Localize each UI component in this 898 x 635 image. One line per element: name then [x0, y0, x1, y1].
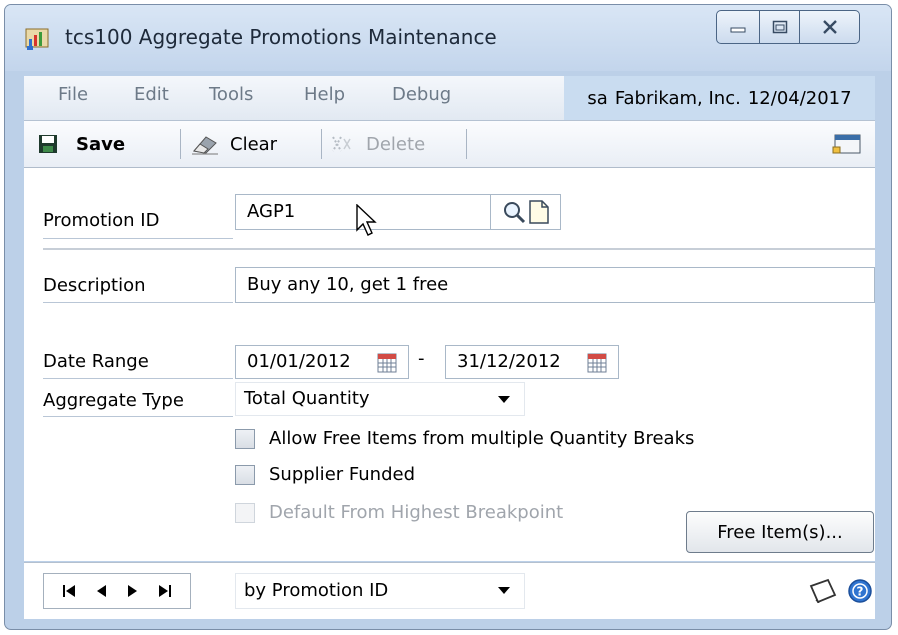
default-highest-label: Default From Highest Breakpoint [269, 502, 564, 523]
label-underline [43, 378, 233, 379]
next-record-icon [127, 585, 137, 597]
first-record-button[interactable] [62, 581, 76, 601]
aggregate-type-value: Total Quantity [244, 388, 370, 409]
last-record-button[interactable] [158, 581, 172, 601]
minimize-button[interactable] [716, 10, 760, 44]
window-title: tcs100 Aggregate Promotions Maintenance [65, 25, 497, 49]
user-info-bar: sa Fabrikam, Inc. 12/04/2017 [564, 76, 875, 120]
close-icon [822, 20, 837, 34]
menu-debug[interactable]: Debug [392, 84, 451, 105]
default-highest-checkbox-row: Default From Highest Breakpoint [235, 502, 563, 523]
supplier-funded-checkbox[interactable] [235, 464, 255, 485]
toolbar-separator [321, 129, 322, 159]
end-date-value: 31/12/2012 [457, 351, 561, 372]
lookup-buttons [491, 194, 561, 230]
clear-button[interactable]: Clear [190, 121, 277, 167]
allow-free-items-label: Allow Free Items from multiple Quantity … [269, 428, 695, 449]
record-navigator [43, 573, 191, 609]
calendar-icon[interactable] [587, 353, 607, 373]
start-date-input[interactable]: 01/01/2012 [235, 345, 409, 379]
maximize-button[interactable] [760, 10, 800, 44]
toolbar-separator [180, 129, 181, 159]
title-bar[interactable]: tcs100 Aggregate Promotions Maintenance [5, 5, 891, 71]
toolbar: Save Clear Delete [24, 121, 875, 168]
description-label: Description [43, 275, 146, 296]
default-highest-checkbox [235, 502, 255, 523]
supplier-funded-label: Supplier Funded [269, 464, 415, 485]
user-date: 12/04/2017 [747, 87, 852, 109]
form-content: Promotion ID AGP1 Description Buy any 10… [24, 168, 875, 561]
save-button[interactable]: Save [38, 121, 125, 167]
delete-icon [332, 136, 351, 152]
delete-label: Delete [366, 133, 426, 155]
toolbar-separator [466, 129, 467, 159]
user-name: sa [587, 87, 608, 109]
calendar-icon[interactable] [377, 353, 397, 373]
end-date-input[interactable]: 31/12/2012 [445, 345, 619, 379]
app-window: tcs100 Aggregate Promotions Maintenance … [4, 4, 892, 630]
chevron-down-icon [498, 587, 510, 594]
date-range-label: Date Range [43, 351, 149, 372]
lookup-icon[interactable] [502, 200, 526, 224]
first-record-icon [62, 585, 75, 597]
maximize-icon [772, 20, 787, 34]
close-button[interactable] [800, 10, 860, 44]
new-document-icon[interactable] [528, 200, 550, 224]
date-range-separator: - [418, 348, 425, 369]
window-note-button[interactable] [832, 121, 862, 167]
minimize-icon [730, 27, 746, 33]
menu-help[interactable]: Help [304, 84, 345, 105]
save-icon [39, 135, 57, 153]
svg-text:?: ? [857, 585, 864, 599]
window-controls [716, 10, 860, 46]
previous-record-icon [97, 585, 107, 597]
promotion-id-label: Promotion ID [43, 210, 160, 231]
menu-file[interactable]: File [58, 84, 88, 105]
mouse-cursor-icon [356, 204, 377, 236]
eraser-icon [192, 136, 218, 155]
app-icon [25, 28, 49, 50]
next-record-button[interactable] [127, 581, 139, 601]
aggregate-type-select[interactable]: Total Quantity [235, 382, 525, 416]
supplier-funded-checkbox-row[interactable]: Supplier Funded [235, 464, 415, 485]
last-record-icon [159, 585, 172, 597]
sort-by-select[interactable]: by Promotion ID [235, 573, 525, 609]
note-window-icon [832, 134, 861, 154]
help-icon[interactable]: ? [847, 578, 873, 604]
description-input[interactable]: Buy any 10, get 1 free [235, 267, 875, 303]
section-divider [43, 248, 875, 250]
note-icon[interactable] [808, 577, 838, 605]
company-name: Fabrikam, Inc. [614, 87, 741, 109]
chevron-down-icon [498, 396, 510, 403]
menu-edit[interactable]: Edit [134, 84, 169, 105]
label-underline [43, 302, 233, 303]
save-label: Save [76, 133, 126, 155]
aggregate-type-label: Aggregate Type [43, 390, 184, 411]
label-underline [43, 416, 233, 417]
label-underline [43, 238, 233, 239]
allow-free-items-checkbox[interactable] [235, 428, 255, 449]
previous-record-button[interactable] [95, 581, 107, 601]
menu-tools[interactable]: Tools [209, 84, 253, 105]
free-items-button[interactable]: Free Item(s)... [686, 511, 874, 553]
sort-by-value: by Promotion ID [244, 580, 389, 601]
allow-free-items-checkbox-row[interactable]: Allow Free Items from multiple Quantity … [235, 428, 694, 449]
menu-bar: File Edit Tools Help Debug sa Fabrikam, … [24, 76, 875, 121]
start-date-value: 01/01/2012 [247, 351, 351, 372]
clear-label: Clear [230, 133, 278, 155]
delete-button[interactable]: Delete [330, 121, 425, 167]
bottom-bar: by Promotion ID ? [24, 562, 875, 619]
